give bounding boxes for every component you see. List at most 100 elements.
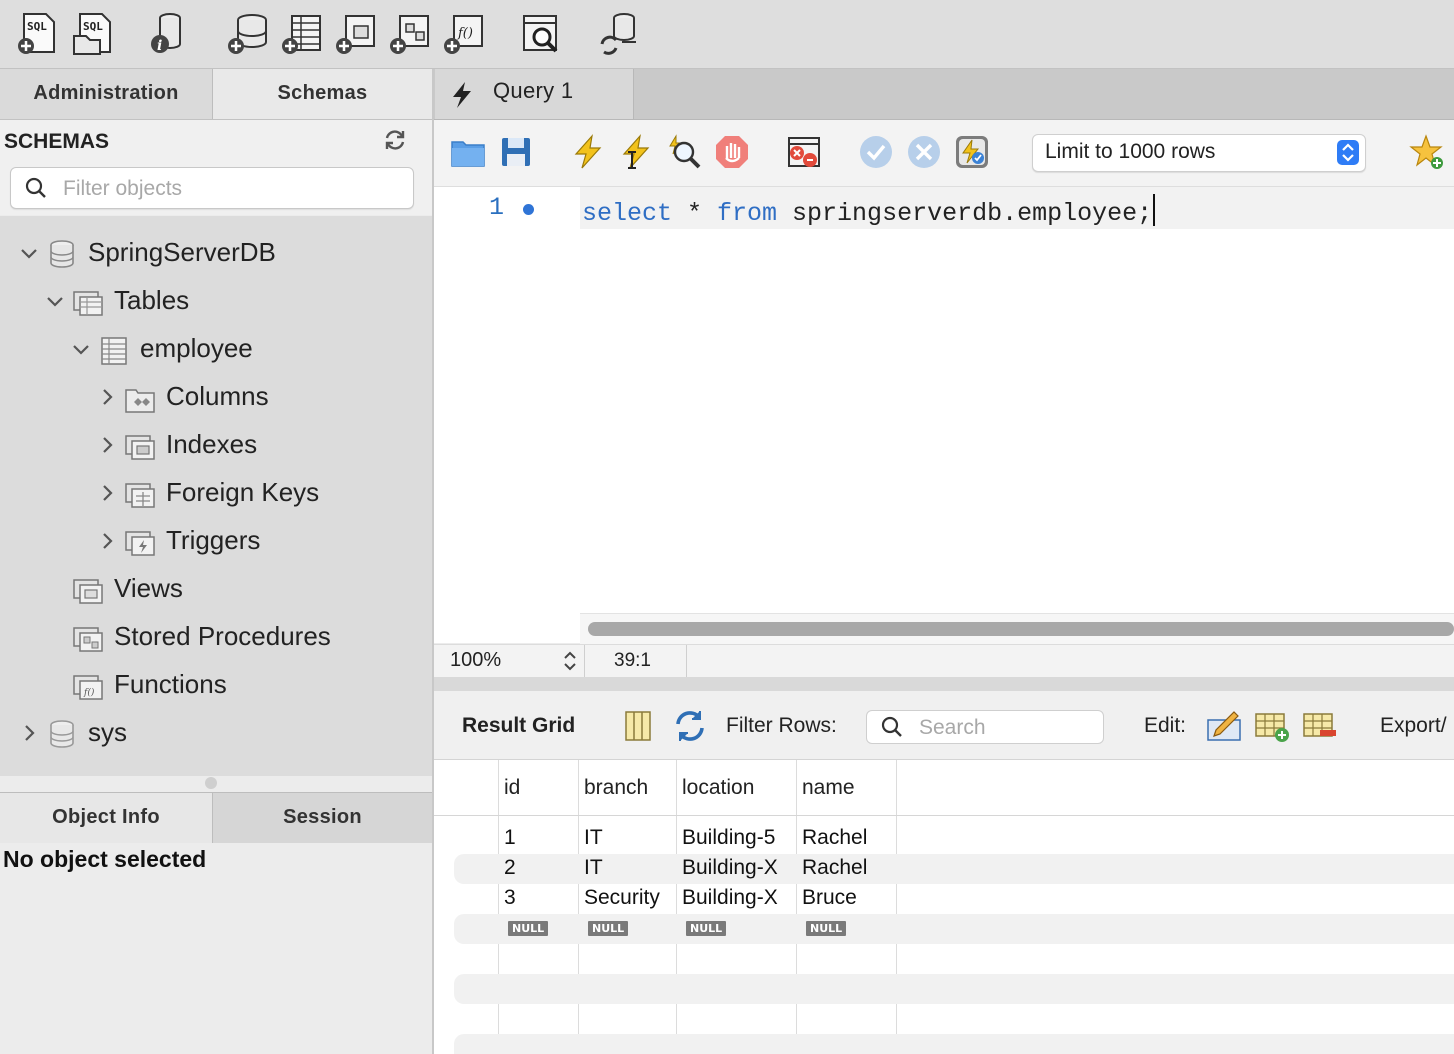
open-sql-script-icon[interactable]: SQL xyxy=(70,10,116,56)
cell-branch[interactable]: IT xyxy=(584,856,603,880)
tab-object-info[interactable]: Object Info xyxy=(0,793,213,843)
tree-item-views[interactable]: Views xyxy=(0,568,432,612)
execute-current-statement-icon[interactable] xyxy=(618,134,654,170)
tree-label-sys: sys xyxy=(88,717,127,747)
execute-icon[interactable] xyxy=(570,134,606,170)
tab-schemas[interactable]: Schemas xyxy=(213,69,432,119)
refresh-icon[interactable] xyxy=(383,128,407,152)
tree-item-springserverdb[interactable]: SpringServerDB xyxy=(0,232,432,276)
tree-label-employee: employee xyxy=(140,333,253,363)
filter-objects-field[interactable] xyxy=(10,167,414,209)
tab-session[interactable]: Session xyxy=(213,793,432,843)
export-label[interactable]: Export/ xyxy=(1380,714,1447,738)
search-table-data-icon[interactable] xyxy=(518,10,564,56)
tree-item-columns[interactable]: Columns xyxy=(0,376,432,420)
chevron-down-icon[interactable] xyxy=(70,338,92,360)
empty-row xyxy=(454,974,1454,1004)
result-grid[interactable]: id branch location name 1 IT Building-5 … xyxy=(434,760,1454,1054)
cell-branch[interactable]: IT xyxy=(584,826,603,850)
filter-objects-input[interactable] xyxy=(61,174,405,204)
chevron-right-icon[interactable] xyxy=(96,530,118,552)
tree-item-sys[interactable]: sys xyxy=(0,712,432,756)
table-row-new[interactable]: NULL NULL NULL NULL xyxy=(454,914,1454,944)
cell-name[interactable]: Rachel xyxy=(802,856,867,880)
tree-item-tables[interactable]: Tables xyxy=(0,280,432,324)
rollback-icon[interactable] xyxy=(906,134,942,170)
refresh-results-icon[interactable] xyxy=(672,708,708,744)
cell-location[interactable]: Building-X xyxy=(682,886,778,910)
table-row[interactable]: 1 IT Building-5 Rachel xyxy=(454,824,1454,854)
result-splitter[interactable] xyxy=(434,677,1454,691)
cell-location[interactable]: Building-X xyxy=(682,856,778,880)
grid-columns-icon[interactable] xyxy=(620,708,656,744)
create-function-icon[interactable]: f() xyxy=(442,10,488,56)
create-view-icon[interactable] xyxy=(334,10,380,56)
schema-inspector-icon[interactable]: i xyxy=(146,10,192,56)
chevron-right-icon[interactable] xyxy=(96,482,118,504)
create-procedure-icon[interactable] xyxy=(388,10,434,56)
chevron-down-icon[interactable] xyxy=(44,290,66,312)
zoom-level[interactable]: 100% xyxy=(450,649,501,672)
sql-editor[interactable]: 1 select * from springserverdb.employee; xyxy=(434,187,1454,644)
chevron-down-icon[interactable] xyxy=(18,242,40,264)
toggle-stop-on-error-icon[interactable] xyxy=(786,134,822,170)
horizontal-scrollbar[interactable] xyxy=(580,613,1454,644)
delete-row-icon[interactable] xyxy=(1302,708,1338,744)
cell-location[interactable]: Building-5 xyxy=(682,826,775,850)
limit-rows-select[interactable]: Limit to 1000 rows xyxy=(1032,134,1366,172)
cell-name[interactable]: Bruce xyxy=(802,886,857,910)
edit-cell-icon[interactable] xyxy=(1206,708,1242,744)
tree-item-employee[interactable]: employee xyxy=(0,328,432,372)
tree-item-stored-procedures[interactable]: Stored Procedures xyxy=(0,616,432,660)
column-header-id[interactable]: id xyxy=(504,776,520,800)
add-snippet-star-icon[interactable] xyxy=(1408,134,1444,170)
table-row[interactable]: 2 IT Building-X Rachel xyxy=(454,854,1454,884)
filter-rows-field[interactable] xyxy=(866,710,1104,744)
tree-label-springserverdb: SpringServerDB xyxy=(88,237,276,267)
cell-name[interactable]: Rachel xyxy=(802,826,867,850)
explain-icon[interactable] xyxy=(666,134,702,170)
column-header-branch[interactable]: branch xyxy=(584,776,648,800)
cell-id[interactable]: 3 xyxy=(504,886,516,910)
editor-status-bar: 100% 39:1 xyxy=(434,644,1454,677)
indexes-folder-icon xyxy=(125,435,155,460)
commit-icon[interactable] xyxy=(858,134,894,170)
insert-row-icon[interactable] xyxy=(1254,708,1290,744)
chevron-right-icon[interactable] xyxy=(96,434,118,456)
schemas-title: SCHEMAS xyxy=(4,130,110,153)
cell-id[interactable]: 2 xyxy=(504,856,516,880)
table-row[interactable]: 3 Security Building-X Bruce xyxy=(454,884,1454,914)
chevron-right-icon[interactable] xyxy=(18,722,40,744)
zoom-stepper-icon[interactable] xyxy=(562,649,578,673)
tab-query-1[interactable]: Query 1 xyxy=(435,69,634,119)
column-header-location[interactable]: location xyxy=(682,776,754,800)
null-badge: NULL xyxy=(588,921,629,936)
limit-rows-value: Limit to 1000 rows xyxy=(1045,140,1216,163)
tree-item-functions[interactable]: f() Functions xyxy=(0,664,432,708)
panel-splitter-handle[interactable] xyxy=(205,777,217,789)
cell-id[interactable]: 1 xyxy=(504,826,516,850)
tree-label-functions: Functions xyxy=(114,669,227,699)
database-icon xyxy=(50,720,74,748)
tree-item-indexes[interactable]: Indexes xyxy=(0,424,432,468)
save-icon[interactable] xyxy=(498,134,534,170)
open-file-icon[interactable] xyxy=(450,134,486,170)
filter-rows-input[interactable] xyxy=(917,714,1097,742)
stop-icon[interactable] xyxy=(714,134,750,170)
reconnect-icon[interactable] xyxy=(596,10,642,56)
tree-item-foreign-keys[interactable]: Foreign Keys xyxy=(0,472,432,516)
tab-administration[interactable]: Administration xyxy=(0,69,213,119)
cell-branch[interactable]: Security xyxy=(584,886,660,910)
column-header-name[interactable]: name xyxy=(802,776,855,800)
columns-folder-icon xyxy=(125,389,155,413)
query-tab-bar: Query 1 xyxy=(434,69,1454,120)
filter-rows-label: Filter Rows: xyxy=(726,714,837,737)
scrollbar-thumb[interactable] xyxy=(588,622,1454,636)
autocommit-toggle-icon[interactable] xyxy=(954,134,990,170)
chevron-right-icon[interactable] xyxy=(96,386,118,408)
create-schema-icon[interactable] xyxy=(226,10,272,56)
tree-item-triggers[interactable]: Triggers xyxy=(0,520,432,564)
create-table-icon[interactable] xyxy=(280,10,326,56)
code-line[interactable]: select * from springserverdb.employee; xyxy=(580,187,1454,229)
new-sql-tab-icon[interactable]: SQL xyxy=(14,10,60,56)
